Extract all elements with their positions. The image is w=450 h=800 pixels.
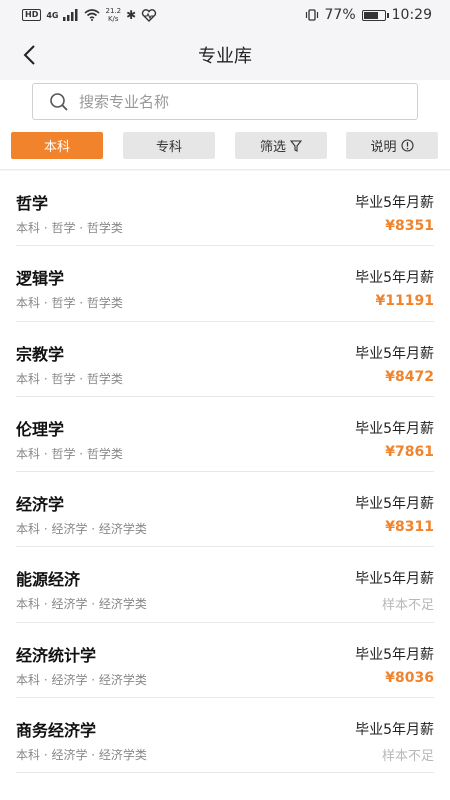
search-area [0, 80, 450, 124]
wifi-icon [84, 9, 101, 21]
network-speed: 21.2 K/s [105, 7, 122, 23]
salary-value: ¥8311 [385, 519, 434, 536]
info-button[interactable]: 说明 [346, 132, 438, 159]
major-name: 哲学 [16, 194, 49, 213]
signal-icon [63, 9, 78, 21]
salary-label: 毕业5年月薪 [355, 496, 434, 513]
major-row[interactable]: 经济学 本科 · 经济学 · 经济学类 毕业5年月薪 ¥8311 [16, 472, 434, 548]
salary-label: 毕业5年月薪 [355, 195, 434, 211]
info-button-label: 说明 [370, 140, 397, 155]
salary-value: ¥7861 [385, 443, 434, 460]
salary-label: 毕业5年月薪 [355, 646, 434, 663]
filter-button-label: 筛选 [259, 140, 286, 155]
major-name: 经济统计学 [16, 645, 97, 665]
tab-junior-college[interactable]: 专科 [123, 132, 215, 159]
tab-undergraduate-label: 本科 [43, 140, 70, 155]
major-name: 能源经济 [16, 570, 81, 590]
chevron-left-icon [23, 45, 35, 65]
tab-junior-college-label: 专科 [155, 140, 182, 155]
salary-label: 毕业5年月薪 [355, 722, 434, 739]
salary-value: ¥8472 [385, 368, 434, 385]
tab-undergraduate[interactable]: 本科 [11, 132, 103, 159]
filter-button[interactable]: 筛选 [235, 132, 327, 159]
major-category: 本科 · 哲学 · 哲学类 [16, 221, 123, 235]
funnel-icon [290, 139, 302, 152]
clock: 10:29 [391, 7, 432, 23]
major-row[interactable]: 哲学 本科 · 哲学 · 哲学类 毕业5年月薪 ¥8351 [16, 171, 434, 247]
search-box[interactable] [32, 83, 418, 120]
salary-value: 样本不足 [381, 749, 434, 765]
vibrate-icon [305, 9, 318, 21]
major-category: 本科 · 哲学 · 哲学类 [16, 296, 123, 311]
network-type: 4G [46, 10, 59, 20]
salary-value: ¥11191 [375, 293, 434, 310]
status-bar: HD 4G 21.2 K/s ✱ 77% 10:29 [0, 0, 450, 30]
info-circle-icon [400, 139, 414, 152]
major-name: 宗教学 [16, 344, 65, 364]
salary-label: 毕业5年月薪 [355, 270, 434, 287]
salary-value: ¥8351 [385, 218, 434, 234]
salary-value: ¥8036 [385, 669, 434, 686]
nav-bar: 专业库 [0, 30, 450, 80]
major-name: 伦理学 [16, 419, 65, 439]
major-row[interactable]: 宗教学 本科 · 哲学 · 哲学类 毕业5年月薪 ¥8472 [16, 322, 434, 397]
major-category: 本科 · 经济学 · 经济学类 [16, 597, 147, 612]
hd-badge: HD [22, 9, 42, 21]
major-name: 商务经济学 [16, 721, 97, 741]
search-input[interactable] [79, 92, 379, 111]
major-name: 经济学 [16, 495, 65, 515]
salary-label: 毕业5年月薪 [355, 571, 434, 588]
page-title: 专业库 [198, 46, 252, 67]
filter-bar: 本科 专科 筛选 说明 [0, 124, 450, 170]
major-row[interactable]: 经济统计学 本科 · 经济学 · 经济学类 毕业5年月薪 ¥8036 [16, 623, 434, 699]
major-list: 哲学 本科 · 哲学 · 哲学类 毕业5年月薪 ¥8351 逻辑学 本科 · 哲… [0, 171, 450, 800]
major-row[interactable]: 逻辑学 本科 · 哲学 · 哲学类 毕业5年月薪 ¥11191 [16, 246, 434, 322]
major-row[interactable]: 能源经济 本科 · 经济学 · 经济学类 毕业5年月薪 样本不足 [16, 547, 434, 623]
search-icon [50, 92, 68, 111]
major-category: 本科 · 经济学 · 经济学类 [16, 522, 147, 537]
battery-percent: 77% [324, 7, 356, 23]
salary-label: 毕业5年月薪 [355, 345, 434, 362]
major-category: 本科 · 经济学 · 经济学类 [16, 748, 147, 763]
salary-value: 样本不足 [381, 598, 434, 614]
major-name: 逻辑学 [16, 269, 65, 289]
major-row[interactable]: 商务经济学 本科 · 经济学 · 经济学类 毕业5年月薪 样本不足 [16, 698, 434, 774]
health-heart-icon [142, 8, 157, 22]
major-category: 本科 · 经济学 · 经济学类 [16, 672, 147, 687]
major-category: 本科 · 哲学 · 哲学类 [16, 371, 123, 386]
battery-icon [361, 9, 389, 21]
bluetooth-icon: ✱ [126, 8, 137, 22]
salary-label: 毕业5年月薪 [355, 420, 434, 437]
major-row[interactable]: 伦理学 本科 · 哲学 · 哲学类 毕业5年月薪 ¥7861 [16, 397, 434, 473]
back-button[interactable] [14, 40, 44, 70]
major-category: 本科 · 哲学 · 哲学类 [16, 446, 123, 461]
